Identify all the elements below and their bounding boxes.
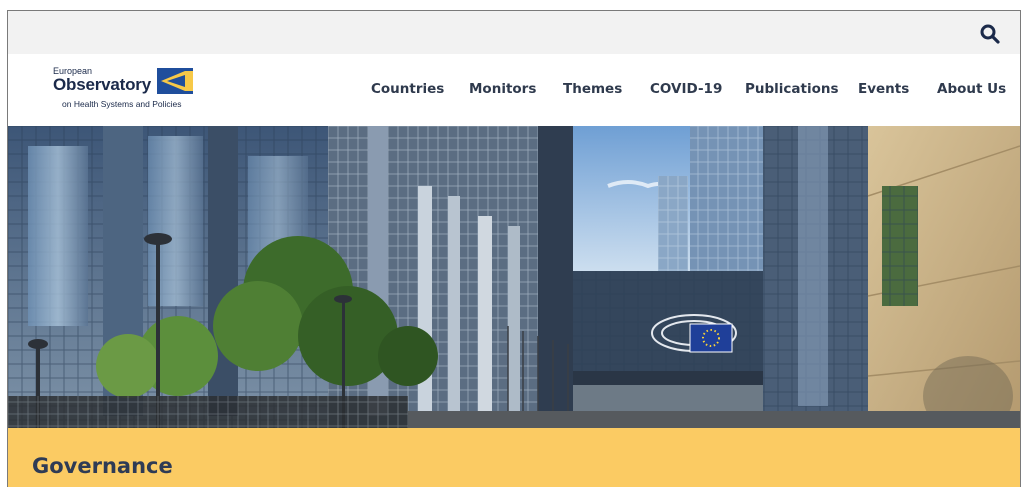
nav-countries[interactable]: Countries	[371, 81, 444, 97]
site-header: European Observatory on Health Systems a…	[8, 54, 1020, 126]
nav-events[interactable]: Events	[858, 81, 909, 97]
page-title-band: Governance	[8, 428, 1020, 487]
european-parliament-photo	[8, 126, 1020, 428]
main-nav: Countries Monitors Themes COVID-19 Publi…	[8, 54, 1020, 126]
hero-image	[8, 126, 1020, 428]
search-button[interactable]	[978, 22, 1002, 46]
browser-viewport: European Observatory on Health Systems a…	[7, 10, 1021, 487]
nav-monitors[interactable]: Monitors	[469, 81, 536, 97]
page-title: Governance	[32, 454, 173, 478]
utility-bar	[8, 11, 1020, 54]
nav-publications[interactable]: Publications	[745, 81, 839, 97]
search-icon	[980, 24, 1000, 44]
nav-about-us[interactable]: About Us	[937, 81, 1006, 97]
nav-covid-19[interactable]: COVID-19	[650, 81, 722, 97]
nav-themes[interactable]: Themes	[563, 81, 622, 97]
